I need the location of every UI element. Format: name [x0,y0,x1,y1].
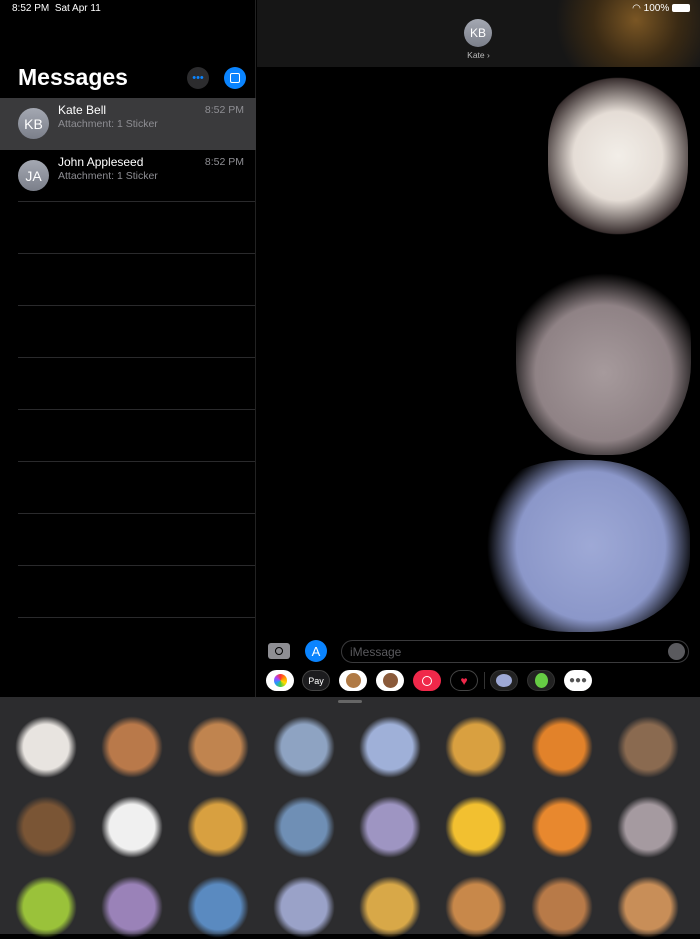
fairy-stickers-app[interactable] [527,670,555,691]
monkey-laughing-sticker[interactable] [444,875,508,939]
row-separator [18,617,255,618]
contact-name: Kate Bell [58,103,107,117]
contact-avatar[interactable]: KB [464,19,492,47]
elephant-icon [496,674,512,687]
elephant-baby-sticker[interactable] [272,875,336,939]
conversation-row[interactable]: KB Kate Bell Attachment: 1 Sticker 8:52 … [0,98,256,150]
battery-level: 100% [643,3,670,14]
app-store-icon: A [311,643,321,659]
shark-biting-sticker[interactable] [272,795,336,859]
message-preview: Attachment: 1 Sticker [58,118,158,130]
more-icon: ●●● [568,675,588,686]
shark-swimming-sticker[interactable] [186,875,250,939]
photos-icon [273,674,287,687]
row-separator [18,461,255,462]
more-apps-button[interactable]: ●●● [564,670,592,691]
date: Sat Apr 11 [54,3,101,14]
zebra-sticker[interactable] [14,715,78,779]
apple-pay-label: Pay [308,675,324,686]
wifi-icon: ◠ [632,3,644,14]
row-separator [18,565,255,566]
monkey-icon [345,673,361,688]
lion-standing-sticker[interactable] [358,875,422,939]
sticker-drawer [0,697,700,939]
compose-icon [230,73,240,83]
contact-name: John Appleseed [58,155,144,169]
status-time: 8:52 PM Sat Apr 11 [12,3,101,14]
giraffe-sticker[interactable] [186,795,250,859]
conversation-row[interactable]: JA John Appleseed Attachment: 1 Sticker … [0,150,256,202]
elephant-sticker[interactable] [470,460,690,632]
tiger-lying-sticker[interactable] [530,795,594,859]
squirrel-sticker[interactable] [616,795,680,859]
message-input[interactable]: iMessage [341,640,689,663]
avatar: JA [18,160,49,191]
avatar: KB [18,108,49,139]
compose-button[interactable] [224,67,246,89]
drawer-handle[interactable] [338,700,362,703]
lion-sticker[interactable] [444,715,508,779]
row-separator [18,513,255,514]
shark-sticker[interactable] [272,715,336,779]
monkey-cute-sticker[interactable] [616,875,680,939]
row-separator [18,253,255,254]
message-time: 8:52 PM [204,104,244,116]
input-placeholder: iMessage [350,645,402,659]
apple-pay-app[interactable]: Pay [302,670,330,691]
row-separator [18,201,255,202]
monkey-hanging-sticker[interactable] [100,715,164,779]
zebra-sticker[interactable] [548,70,688,242]
conversation-list: Messages ••• KB Kate Bell Attachment: 1 … [0,0,256,697]
audio-record-icon[interactable] [668,643,685,660]
battery-icon [672,4,690,13]
time: 8:52 PM [12,3,50,14]
snake-sticker[interactable] [14,875,78,939]
row-separator [18,305,255,306]
search-globe-icon [422,675,432,686]
message-time: 8:52 PM [204,156,244,168]
elephant-stickers-app[interactable] [490,670,518,691]
images-search-app[interactable] [413,670,441,691]
camera-icon [275,647,283,655]
heart-icon: ♥ [460,673,468,688]
more-options-button[interactable]: ••• [187,67,209,89]
contact-name-button[interactable]: Kate › [257,50,700,60]
digital-touch-app[interactable]: ♥ [450,670,478,691]
app-store-button[interactable]: A [305,640,327,662]
monkey-surprised-sticker[interactable] [530,875,594,939]
lion-cub-sticker[interactable] [444,795,508,859]
monkey-hanging-banana-sticker[interactable] [186,715,250,779]
animoji-app[interactable] [339,670,367,691]
monkey-sitting-sticker[interactable] [14,795,78,859]
cow-sticker[interactable] [100,795,164,859]
message-preview: Attachment: 1 Sticker [58,170,158,182]
status-right: ◠ 100% [632,3,690,14]
memoji-icon [382,673,398,688]
monkey-juggling-sticker[interactable] [616,715,680,779]
elephant-butterflies-sticker[interactable] [358,715,422,779]
hippo-sticker[interactable] [100,875,164,939]
elephants-pair-sticker[interactable] [358,795,422,859]
fairy-icon [534,673,548,688]
page-title: Messages [18,64,128,90]
divider [484,672,485,689]
memoji-app[interactable] [376,670,404,691]
tiger-sticker[interactable] [530,715,594,779]
camera-button[interactable] [268,643,290,659]
row-separator [18,357,255,358]
photos-app[interactable] [266,670,294,691]
squirrel-sticker[interactable] [516,250,691,455]
row-separator [18,409,255,410]
